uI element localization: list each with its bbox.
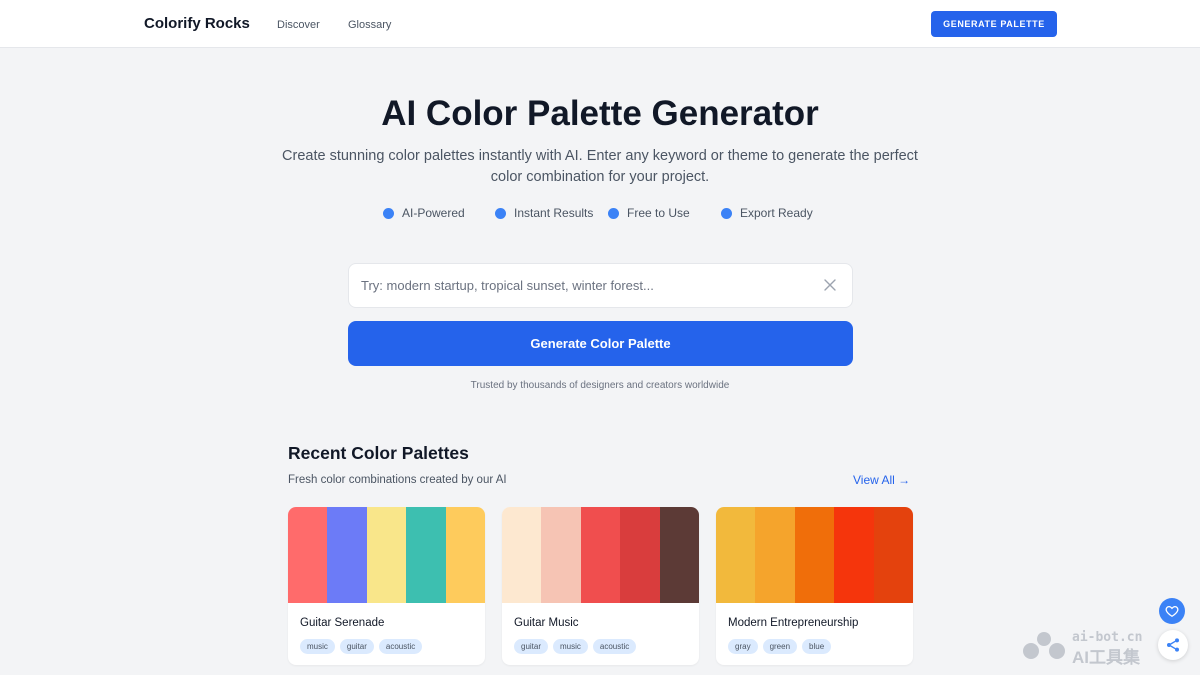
- palette-swatches[interactable]: [502, 507, 699, 603]
- nav-link-glossary[interactable]: Glossary: [348, 19, 391, 31]
- bullet-dot-icon: [721, 207, 732, 219]
- palette-card[interactable]: Guitar Serenade music guitar acoustic: [288, 507, 485, 665]
- tag[interactable]: green: [762, 639, 798, 654]
- palette-name: Guitar Music: [514, 617, 579, 629]
- color-swatch[interactable]: [406, 507, 446, 603]
- color-swatch[interactable]: [580, 507, 621, 603]
- view-all-link[interactable]: View All →: [853, 473, 910, 487]
- heart-icon: [1165, 605, 1179, 618]
- bullet-dot-icon: [608, 207, 619, 219]
- watermark-logo: ai-bot.cn AI工具集: [1022, 630, 1162, 667]
- color-swatch[interactable]: [716, 507, 756, 603]
- share-button[interactable]: [1158, 630, 1188, 660]
- color-swatch[interactable]: [445, 507, 485, 603]
- palette-card[interactable]: Guitar Music guitar music acoustic: [502, 507, 699, 665]
- section-title: Recent Color Palettes: [288, 443, 469, 463]
- color-swatch[interactable]: [873, 507, 913, 603]
- color-swatch[interactable]: [288, 507, 328, 603]
- tag[interactable]: guitar: [514, 639, 549, 654]
- tag-list: music guitar acoustic: [300, 639, 427, 654]
- top-nav: Colorify Rocks Discover Glossary GENERAT…: [0, 0, 1200, 48]
- feature-list: AI-Powered Instant Results Free to Use E…: [0, 206, 1200, 224]
- feature-item: Instant Results: [495, 206, 593, 220]
- color-swatch[interactable]: [327, 507, 367, 603]
- color-swatch[interactable]: [502, 507, 542, 603]
- feature-item: Free to Use: [608, 206, 690, 220]
- search-box: [348, 263, 853, 308]
- tag[interactable]: acoustic: [592, 639, 637, 654]
- tag-list: guitar music acoustic: [514, 639, 641, 654]
- generate-palette-nav-button[interactable]: GENERATE PALETTE: [931, 11, 1057, 37]
- page-title: AI Color Palette Generator: [381, 94, 819, 133]
- palette-card[interactable]: Modern Entrepreneurship gray green blue: [716, 507, 913, 665]
- color-swatch[interactable]: [755, 507, 795, 603]
- hero-subtitle: Create stunning color palettes instantly…: [282, 148, 918, 185]
- tag-list: gray green blue: [728, 639, 836, 654]
- color-swatch[interactable]: [834, 507, 874, 603]
- color-swatch[interactable]: [541, 507, 581, 603]
- clear-icon[interactable]: [822, 277, 838, 293]
- palette-swatches[interactable]: [288, 507, 485, 603]
- palette-swatches[interactable]: [716, 507, 913, 603]
- color-swatch[interactable]: [794, 507, 835, 603]
- keyword-input[interactable]: [361, 264, 811, 307]
- share-icon: [1167, 638, 1179, 652]
- nav-link-discover[interactable]: Discover: [277, 19, 320, 31]
- tag[interactable]: blue: [802, 639, 832, 654]
- trusted-note: Trusted by thousands of designers and cr…: [470, 380, 730, 391]
- palette-name: Modern Entrepreneurship: [728, 617, 859, 629]
- bullet-dot-icon: [495, 207, 506, 219]
- color-swatch[interactable]: [366, 507, 407, 603]
- feature-label: Export Ready: [740, 206, 813, 220]
- feature-label: Free to Use: [627, 206, 690, 220]
- tag[interactable]: music: [553, 639, 588, 654]
- tag[interactable]: gray: [728, 639, 758, 654]
- feature-item: Export Ready: [721, 206, 813, 220]
- tag[interactable]: acoustic: [378, 639, 423, 654]
- section-subtitle: Fresh color combinations created by our …: [288, 474, 507, 486]
- generate-color-palette-button[interactable]: Generate Color Palette: [348, 321, 853, 366]
- brand-logo[interactable]: Colorify Rocks: [144, 15, 250, 32]
- favorite-button[interactable]: [1159, 598, 1185, 624]
- tag[interactable]: guitar: [339, 639, 374, 654]
- tag[interactable]: music: [300, 639, 335, 654]
- palette-name: Guitar Serenade: [300, 617, 385, 629]
- bullet-dot-icon: [383, 207, 394, 219]
- feature-item: AI-Powered: [383, 206, 465, 220]
- watermark-logo-icon: [1023, 632, 1065, 659]
- color-swatch[interactable]: [620, 507, 660, 603]
- color-swatch[interactable]: [659, 507, 699, 603]
- feature-label: Instant Results: [514, 206, 594, 220]
- feature-label: AI-Powered: [402, 206, 465, 220]
- watermark-text: AI工具集: [1072, 648, 1140, 667]
